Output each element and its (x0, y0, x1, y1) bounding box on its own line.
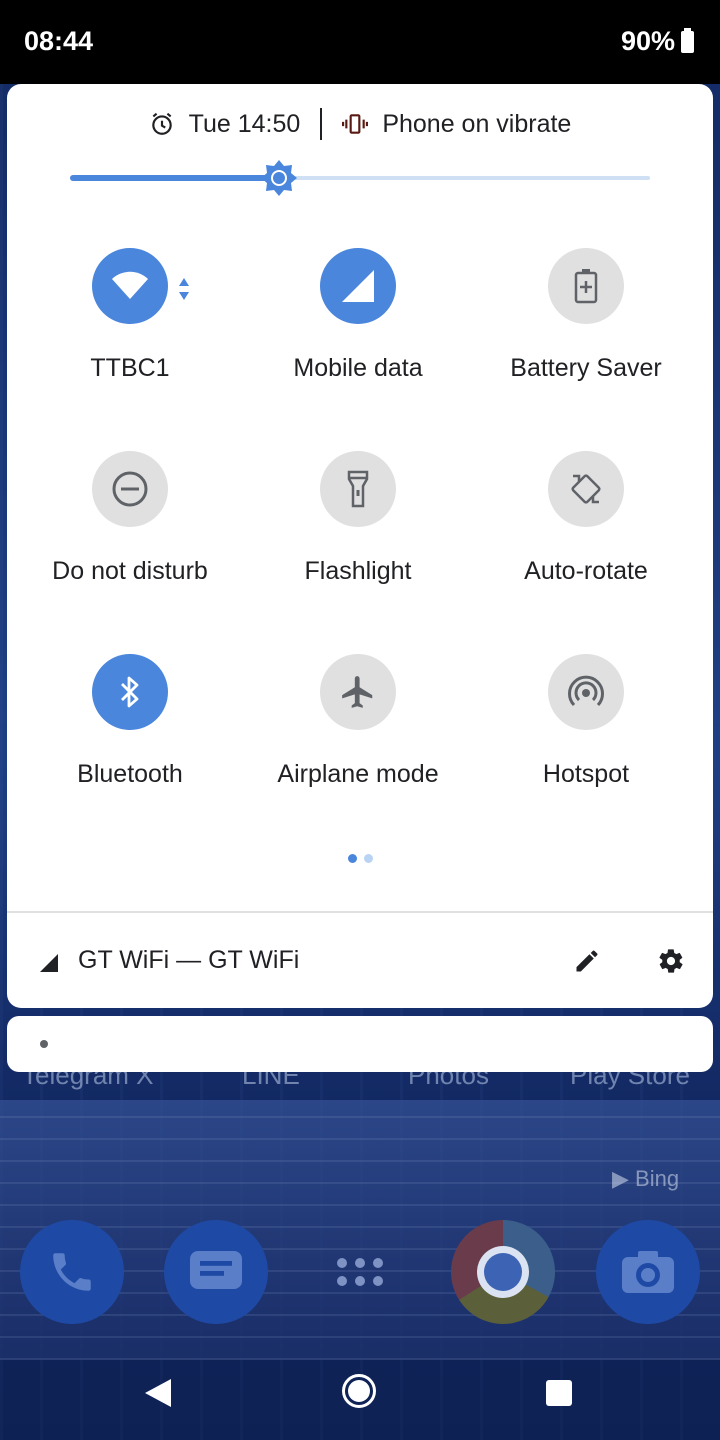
app-drawer-icon[interactable] (308, 1220, 412, 1324)
status-bar: 08:44 90% (0, 0, 720, 84)
tile-do-not-disturb[interactable]: Do not disturb (16, 451, 244, 631)
auto-rotate-icon (571, 474, 601, 504)
tile-auto-rotate-label: Auto-rotate (524, 557, 648, 585)
tile-bluetooth[interactable]: Bluetooth (16, 654, 244, 834)
tile-flashlight[interactable]: Flashlight (244, 451, 472, 631)
tile-dnd-toggle[interactable] (92, 451, 168, 527)
tile-bluetooth-label: Bluetooth (77, 760, 183, 788)
signal-icon (40, 954, 58, 972)
brightness-thumb-icon[interactable] (261, 160, 297, 196)
alarm-time: Tue 14:50 (188, 109, 301, 138)
wifi-icon (112, 271, 148, 299)
tile-auto-rotate[interactable]: Auto-rotate (472, 451, 700, 631)
tile-battery-saver-label: Battery Saver (510, 354, 662, 382)
notification-dot-icon (40, 1040, 48, 1048)
navigation-bar (0, 1344, 720, 1440)
battery-percent: 90% (620, 26, 675, 56)
gear-icon (659, 949, 683, 973)
mobile-data-icon (342, 270, 374, 302)
ringer-status[interactable]: Phone on vibrate (342, 110, 571, 139)
airplane-icon (342, 676, 373, 708)
dnd-icon (112, 471, 148, 507)
bing-watermark: ▶ Bing (612, 1166, 680, 1191)
brightness-fill (70, 175, 279, 181)
tile-flashlight-label: Flashlight (304, 557, 412, 585)
pencil-icon (576, 950, 598, 972)
next-alarm[interactable]: Tue 14:50 (149, 109, 301, 139)
brightness-slider[interactable] (70, 160, 650, 196)
ringer-label: Phone on vibrate (382, 109, 572, 138)
tile-airplane-toggle[interactable] (320, 654, 396, 730)
tile-hotspot-toggle[interactable] (548, 654, 624, 730)
tile-wifi[interactable]: TTBC1 (16, 248, 244, 428)
footer-network-label[interactable]: GT WiFi — GT WiFi (78, 946, 299, 975)
tile-bluetooth-toggle[interactable] (92, 654, 168, 730)
battery-icon (681, 27, 694, 53)
messages-app-icon[interactable] (164, 1220, 268, 1324)
tile-hotspot[interactable]: Hotspot (472, 654, 700, 834)
notification-card[interactable] (7, 1016, 713, 1072)
page-dot-1 (347, 854, 357, 863)
home-button[interactable] (342, 1374, 376, 1408)
tile-hotspot-label: Hotspot (542, 760, 630, 788)
header-divider (320, 108, 323, 140)
wifi-activity-icon (179, 278, 189, 300)
tile-auto-rotate-toggle[interactable] (548, 451, 624, 527)
recents-button[interactable] (546, 1380, 572, 1406)
back-icon[interactable] (144, 1378, 172, 1408)
tile-mobile-data[interactable]: Mobile data (244, 248, 472, 428)
camera-app-icon[interactable] (596, 1220, 700, 1324)
vibrate-icon (342, 114, 369, 134)
tile-flashlight-toggle[interactable] (320, 451, 396, 527)
tile-battery-saver-toggle[interactable] (548, 248, 624, 324)
qs-header: Tue 14:50 Phone on vibrate (7, 102, 713, 146)
bluetooth-icon (121, 676, 139, 708)
edit-button[interactable] (569, 943, 605, 979)
battery-saver-icon (574, 269, 598, 304)
tile-airplane-mode[interactable]: Airplane mode (244, 654, 472, 834)
tile-mobile-data-toggle[interactable] (320, 248, 396, 324)
tile-airplane-label: Airplane mode (277, 760, 439, 788)
flashlight-icon (347, 470, 369, 508)
alarm-icon (151, 112, 172, 135)
hotspot-icon (568, 675, 604, 707)
status-time: 08:44 (24, 26, 94, 56)
tile-dnd-label: Do not disturb (52, 557, 208, 585)
qs-page-indicator (7, 854, 713, 866)
tile-mobile-data-label: Mobile data (293, 354, 423, 382)
status-battery: 90% (621, 26, 694, 57)
phone-app-icon[interactable] (20, 1220, 124, 1324)
chrome-app-icon[interactable] (451, 1220, 555, 1324)
settings-button[interactable] (653, 943, 689, 979)
quick-settings-panel: Tue 14:50 Phone on vibrate TTBC1 Mobile … (7, 84, 713, 1008)
page-dot-2 (363, 854, 373, 863)
qs-footer: GT WiFi — GT WiFi (7, 911, 713, 1008)
tile-wifi-label: TTBC1 (90, 354, 170, 382)
tile-wifi-toggle[interactable] (92, 248, 189, 324)
tile-battery-saver[interactable]: Battery Saver (472, 248, 700, 428)
